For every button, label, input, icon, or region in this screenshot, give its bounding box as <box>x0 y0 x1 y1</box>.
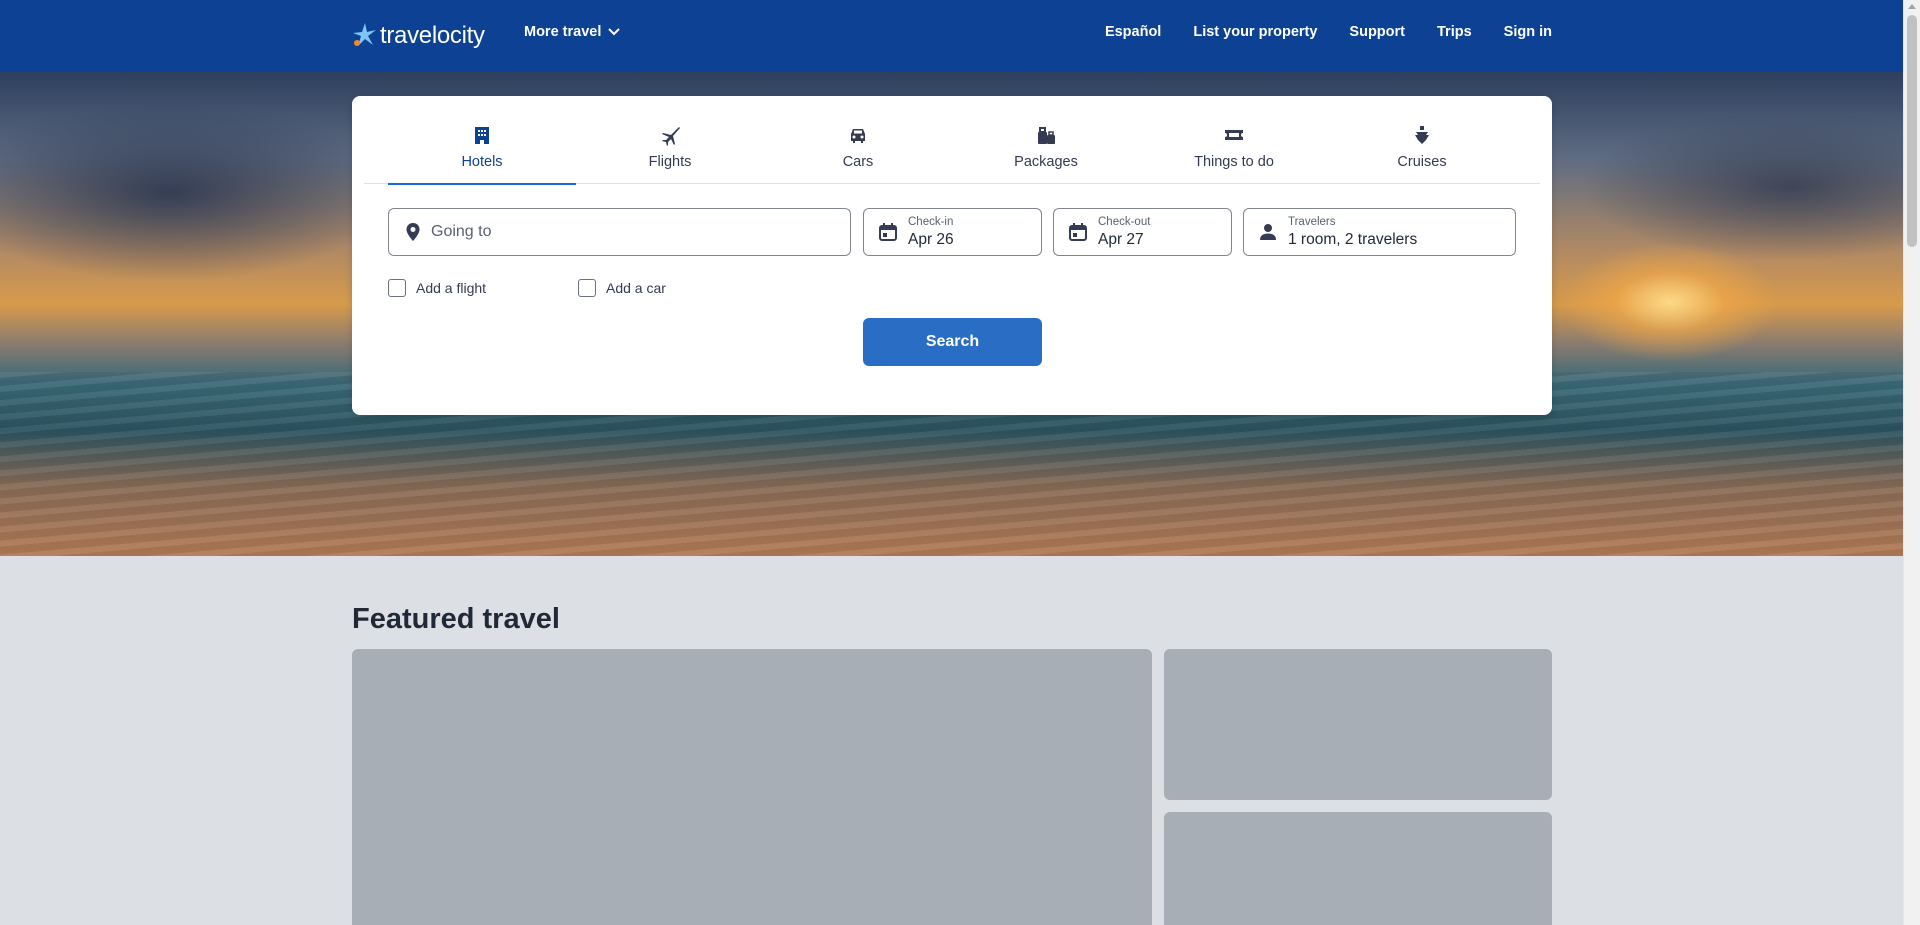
more-travel-label: More travel <box>524 24 602 40</box>
nav-sign-in[interactable]: Sign in <box>1504 24 1552 40</box>
tab-packages[interactable]: Packages <box>952 96 1140 184</box>
hero-cloud <box>0 102 400 282</box>
check-in-date-field[interactable]: Check-in Apr 26 <box>863 208 1042 256</box>
tab-cars[interactable]: Cars <box>764 96 952 184</box>
top-navigation-bar: travelocity More travel Español List you… <box>0 0 1903 72</box>
featured-card-large[interactable] <box>352 649 1152 925</box>
nav-trips[interactable]: Trips <box>1437 24 1472 40</box>
cruise-icon <box>1415 126 1429 144</box>
hotel-icon <box>475 127 489 144</box>
travelocity-logo[interactable]: travelocity <box>352 18 485 54</box>
featured-card-small[interactable] <box>1164 812 1552 925</box>
car-icon <box>851 129 865 143</box>
product-tabs: Hotels Flights Cars Packages Things to d… <box>364 96 1540 185</box>
scroll-up-arrow-icon[interactable] <box>1908 4 1916 9</box>
logo-text: travelocity <box>380 22 485 49</box>
going-to-placeholder: Going to <box>431 223 492 240</box>
ticket-icon <box>1225 130 1243 140</box>
check-out-label: Check-out <box>1098 216 1151 228</box>
add-car-checkbox[interactable]: Add a car <box>578 279 666 297</box>
tab-things-to-do[interactable]: Things to do <box>1140 96 1328 184</box>
check-out-date-field[interactable]: Check-out Apr 27 <box>1053 208 1232 256</box>
nav-espanol[interactable]: Español <box>1105 24 1161 40</box>
add-car-label: Add a car <box>606 280 666 296</box>
checkbox-box[interactable] <box>578 279 596 297</box>
map-pin-icon <box>406 223 420 241</box>
header-nav-links: Español List your property Support Trips… <box>1105 24 1552 40</box>
going-to-input[interactable]: Going to <box>388 208 851 256</box>
travelers-value: 1 room, 2 travelers <box>1288 231 1418 248</box>
featured-card-small[interactable] <box>1164 649 1552 800</box>
check-in-value: Apr 26 <box>908 231 954 248</box>
add-flight-checkbox[interactable]: Add a flight <box>388 279 486 297</box>
nav-list-your-property[interactable]: List your property <box>1193 24 1317 40</box>
tab-label: Flights <box>648 154 692 170</box>
add-flight-label: Add a flight <box>416 280 487 296</box>
calendar-icon <box>1069 223 1087 241</box>
checkbox-box[interactable] <box>388 279 406 297</box>
calendar-icon <box>879 223 897 241</box>
tab-flights[interactable]: Flights <box>576 96 764 184</box>
tab-label: Things to do <box>1194 154 1274 170</box>
hero-cloud <box>1580 112 1903 262</box>
chevron-down-icon <box>608 28 621 36</box>
tab-label: Packages <box>1014 154 1078 170</box>
tab-hotels[interactable]: Hotels <box>388 96 576 185</box>
hero-sun-glow <box>1560 242 1780 362</box>
travelers-label: Travelers <box>1288 216 1336 228</box>
tab-cruises[interactable]: Cruises <box>1328 96 1516 184</box>
search-button[interactable]: Search <box>863 318 1042 366</box>
check-in-label: Check-in <box>908 216 954 228</box>
logo-star-icon <box>353 23 376 46</box>
search-form-card: Hotels Flights Cars Packages Things to d… <box>352 96 1552 415</box>
tab-label: Hotels <box>461 154 503 170</box>
check-out-value: Apr 27 <box>1098 231 1144 248</box>
featured-travel-heading: Featured travel <box>352 603 560 635</box>
page-scrollbar[interactable] <box>1903 0 1920 925</box>
person-icon <box>1260 224 1276 240</box>
tab-label: Cruises <box>1397 154 1447 170</box>
suitcase-icon <box>1038 127 1055 144</box>
nav-support[interactable]: Support <box>1349 24 1405 40</box>
tab-label: Cars <box>842 154 874 170</box>
more-travel-menu[interactable]: More travel <box>524 24 621 40</box>
plane-icon <box>662 127 680 146</box>
travelers-field[interactable]: Travelers 1 room, 2 travelers <box>1243 208 1516 256</box>
scrollbar-thumb[interactable] <box>1907 15 1917 247</box>
